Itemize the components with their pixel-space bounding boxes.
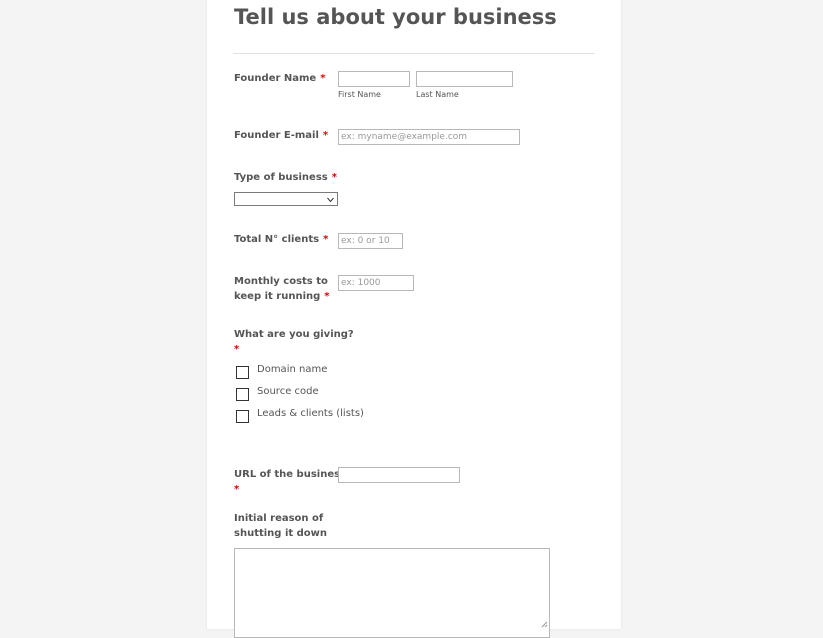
business-type-selected bbox=[235, 201, 237, 211]
domain-name-label: Domain name bbox=[257, 364, 328, 375]
required-mark: * bbox=[322, 130, 329, 141]
founder-email-label: Founder E-mail * bbox=[234, 130, 329, 141]
source-code-label: Source code bbox=[257, 386, 319, 397]
title-divider bbox=[233, 53, 595, 54]
required-mark: * bbox=[323, 234, 329, 245]
total-clients-input[interactable] bbox=[338, 233, 403, 249]
last-name-input[interactable] bbox=[416, 71, 513, 87]
form-panel: Tell us about your business Founder Name… bbox=[207, 0, 621, 638]
required-mark: * bbox=[234, 484, 240, 495]
leads-clients-checkbox[interactable] bbox=[236, 410, 249, 423]
business-type-select[interactable] bbox=[234, 192, 338, 206]
first-name-input[interactable] bbox=[338, 71, 410, 87]
reason-label: Initial reason of shutting it down bbox=[234, 513, 328, 539]
url-label: URL of the business * bbox=[234, 469, 347, 495]
chevron-down-icon bbox=[327, 197, 334, 203]
url-input[interactable] bbox=[338, 467, 460, 483]
founder-name-label: Founder Name * bbox=[234, 73, 326, 84]
first-name-sublabel: First Name bbox=[338, 90, 381, 99]
last-name-sublabel: Last Name bbox=[416, 90, 459, 99]
required-mark: * bbox=[234, 344, 240, 355]
required-mark: * bbox=[324, 291, 330, 302]
source-code-checkbox[interactable] bbox=[236, 388, 249, 401]
page-title: Tell us about your business bbox=[234, 5, 557, 29]
monthly-costs-label: Monthly costs to keep it running * bbox=[234, 276, 330, 302]
required-mark: * bbox=[331, 172, 337, 183]
resize-grip-icon[interactable] bbox=[540, 620, 548, 628]
business-type-label: Type of business * bbox=[234, 172, 337, 183]
giving-label: What are you giving? * bbox=[234, 329, 354, 355]
leads-clients-label: Leads & clients (lists) bbox=[257, 408, 364, 419]
monthly-costs-input[interactable] bbox=[338, 275, 414, 291]
domain-name-checkbox[interactable] bbox=[236, 366, 249, 379]
total-clients-label: Total N° clients * bbox=[234, 234, 329, 245]
founder-email-input[interactable] bbox=[338, 129, 520, 145]
required-mark: * bbox=[320, 73, 326, 84]
reason-textarea[interactable] bbox=[234, 548, 550, 638]
